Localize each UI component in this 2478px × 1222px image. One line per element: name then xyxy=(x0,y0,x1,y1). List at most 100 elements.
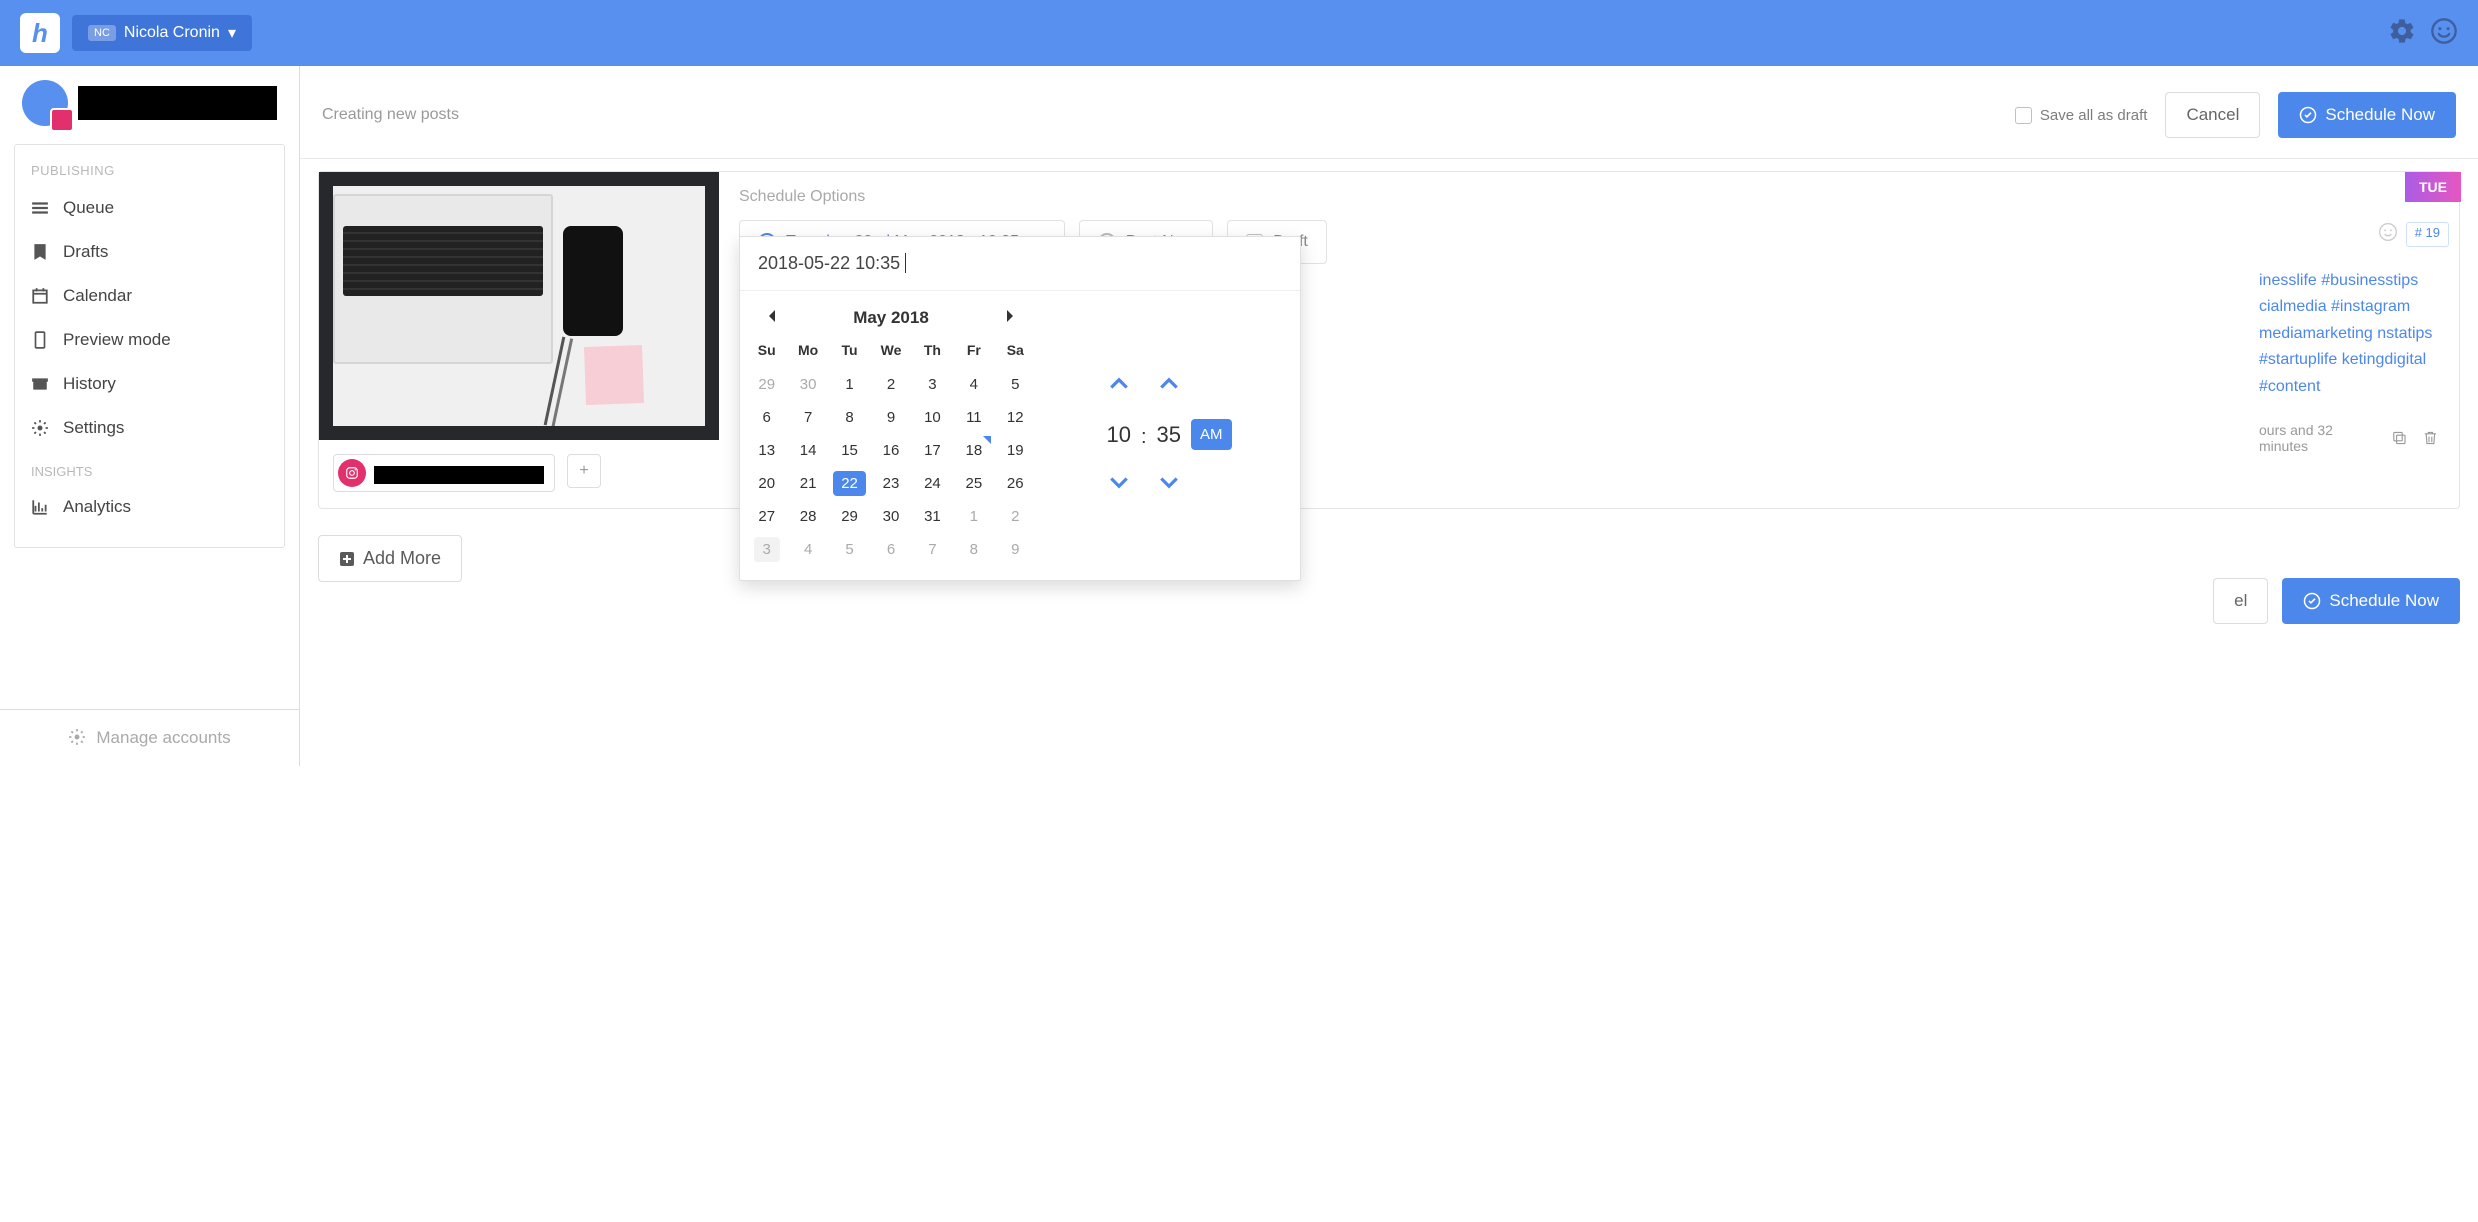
prev-month-button[interactable] xyxy=(758,307,786,328)
dow-label: Th xyxy=(912,336,953,368)
chevron-right-icon xyxy=(1004,309,1016,323)
calendar-day[interactable]: 4 xyxy=(953,368,994,401)
calendar-day[interactable]: 10 xyxy=(912,401,953,434)
calendar-day[interactable]: 7 xyxy=(787,401,828,434)
chevron-up-icon xyxy=(1160,377,1178,389)
calendar-day[interactable]: 2 xyxy=(870,368,911,401)
page-title: Creating new posts xyxy=(322,106,459,124)
calendar-day[interactable]: 28 xyxy=(787,500,828,533)
dow-label: Tu xyxy=(829,336,870,368)
calendar-day[interactable]: 14 xyxy=(787,434,828,467)
nav-label: Settings xyxy=(63,418,124,438)
calendar-day[interactable]: 11 xyxy=(953,401,994,434)
calendar-day[interactable]: 18 xyxy=(953,434,994,467)
profile-strip[interactable] xyxy=(0,66,299,140)
month-label[interactable]: May 2018 xyxy=(853,308,929,328)
calendar-day[interactable]: 17 xyxy=(912,434,953,467)
phone-icon xyxy=(31,331,49,349)
logo[interactable]: h xyxy=(20,13,60,53)
settings-gear-icon[interactable] xyxy=(2388,17,2416,50)
calendar-day[interactable]: 24 xyxy=(912,467,953,500)
nav-label: Preview mode xyxy=(63,330,171,350)
chevron-down-icon xyxy=(1110,477,1128,489)
nav-history[interactable]: History xyxy=(15,362,284,406)
avatar xyxy=(22,80,68,126)
minute-value[interactable]: 35 xyxy=(1157,422,1181,448)
user-switcher[interactable]: NC Nicola Cronin ▾ xyxy=(72,15,252,51)
calendar-day[interactable]: 30 xyxy=(787,368,828,401)
post-caption[interactable]: # 19 inesslife #businesstips cialmedia #… xyxy=(2249,232,2449,464)
main: Creating new posts Save all as draft Can… xyxy=(300,66,2478,766)
next-month-button[interactable] xyxy=(996,307,1024,328)
cancel-button-footer[interactable]: el xyxy=(2213,578,2268,624)
nav-settings[interactable]: Settings xyxy=(15,406,284,450)
nav-label: Calendar xyxy=(63,286,132,306)
add-account-button[interactable]: + xyxy=(567,454,601,488)
hour-value[interactable]: 10 xyxy=(1106,422,1130,448)
schedule-now-button[interactable]: Schedule Now xyxy=(2278,92,2456,138)
calendar-day[interactable]: 22 xyxy=(829,467,870,500)
schedule-now-button-footer[interactable]: Schedule Now xyxy=(2282,578,2460,624)
minute-down-button[interactable] xyxy=(1160,476,1178,494)
calendar-day[interactable]: 13 xyxy=(746,434,787,467)
calendar-day[interactable]: 7 xyxy=(912,533,953,566)
calendar-day[interactable]: 5 xyxy=(829,533,870,566)
nav-queue[interactable]: Queue xyxy=(15,186,284,230)
minute-up-button[interactable] xyxy=(1160,376,1178,394)
emoji-picker-icon[interactable] xyxy=(2378,222,2398,247)
cancel-button[interactable]: Cancel xyxy=(2165,92,2260,138)
nav-preview[interactable]: Preview mode xyxy=(15,318,284,362)
calendar-day[interactable]: 19 xyxy=(995,434,1036,467)
topbar: h NC Nicola Cronin ▾ xyxy=(0,0,2478,66)
trash-icon[interactable] xyxy=(2422,429,2439,447)
calendar-day[interactable]: 3 xyxy=(912,368,953,401)
calendar-day[interactable]: 1 xyxy=(829,368,870,401)
add-more-button[interactable]: Add More xyxy=(318,535,462,582)
hour-down-button[interactable] xyxy=(1110,476,1128,494)
calendar-day[interactable]: 9 xyxy=(995,533,1036,566)
nav-calendar[interactable]: Calendar xyxy=(15,274,284,318)
calendar-day[interactable]: 25 xyxy=(953,467,994,500)
publishing-heading: PUBLISHING xyxy=(15,163,284,186)
nav-label: Analytics xyxy=(63,497,131,517)
calendar-day[interactable]: 20 xyxy=(746,467,787,500)
calendar-day[interactable]: 1 xyxy=(953,500,994,533)
nav-drafts[interactable]: Drafts xyxy=(15,230,284,274)
datetime-input[interactable]: 2018-05-22 10:35 xyxy=(740,237,1300,291)
save-all-draft[interactable]: Save all as draft xyxy=(2015,107,2148,124)
calendar-day[interactable]: 6 xyxy=(746,401,787,434)
calendar-day[interactable]: 5 xyxy=(995,368,1036,401)
calendar-day[interactable]: 6 xyxy=(870,533,911,566)
nav-analytics[interactable]: Analytics xyxy=(15,485,284,529)
nav-label: History xyxy=(63,374,116,394)
bookmark-icon xyxy=(31,243,49,261)
calendar-day[interactable]: 21 xyxy=(787,467,828,500)
calendar-day[interactable]: 8 xyxy=(953,533,994,566)
calendar-day[interactable]: 9 xyxy=(870,401,911,434)
archive-icon xyxy=(31,375,49,393)
calendar-day[interactable]: 29 xyxy=(746,368,787,401)
ampm-toggle[interactable]: AM xyxy=(1191,419,1232,450)
manage-accounts[interactable]: Manage accounts xyxy=(0,709,299,766)
calendar-day[interactable]: 30 xyxy=(870,500,911,533)
calendar-day[interactable]: 29 xyxy=(829,500,870,533)
post-image[interactable] xyxy=(319,172,719,440)
calendar-day[interactable]: 2 xyxy=(995,500,1036,533)
checkbox-icon[interactable] xyxy=(2015,107,2032,124)
calendar-day[interactable]: 8 xyxy=(829,401,870,434)
calendar-day[interactable]: 15 xyxy=(829,434,870,467)
hour-up-button[interactable] xyxy=(1110,376,1128,394)
copy-icon[interactable] xyxy=(2391,429,2408,447)
sidebar: PUBLISHING Queue Drafts Calendar Preview… xyxy=(0,66,300,766)
calendar-day[interactable]: 27 xyxy=(746,500,787,533)
calendar-day[interactable]: 31 xyxy=(912,500,953,533)
calendar-day[interactable]: 23 xyxy=(870,467,911,500)
account-chip[interactable] xyxy=(333,454,555,492)
smiley-icon[interactable] xyxy=(2430,17,2458,50)
calendar-day[interactable]: 16 xyxy=(870,434,911,467)
calendar-day[interactable]: 12 xyxy=(995,401,1036,434)
calendar-day[interactable]: 26 xyxy=(995,467,1036,500)
nav-label: Queue xyxy=(63,198,114,218)
calendar-day[interactable]: 4 xyxy=(787,533,828,566)
calendar-day[interactable]: 3 xyxy=(746,533,787,566)
